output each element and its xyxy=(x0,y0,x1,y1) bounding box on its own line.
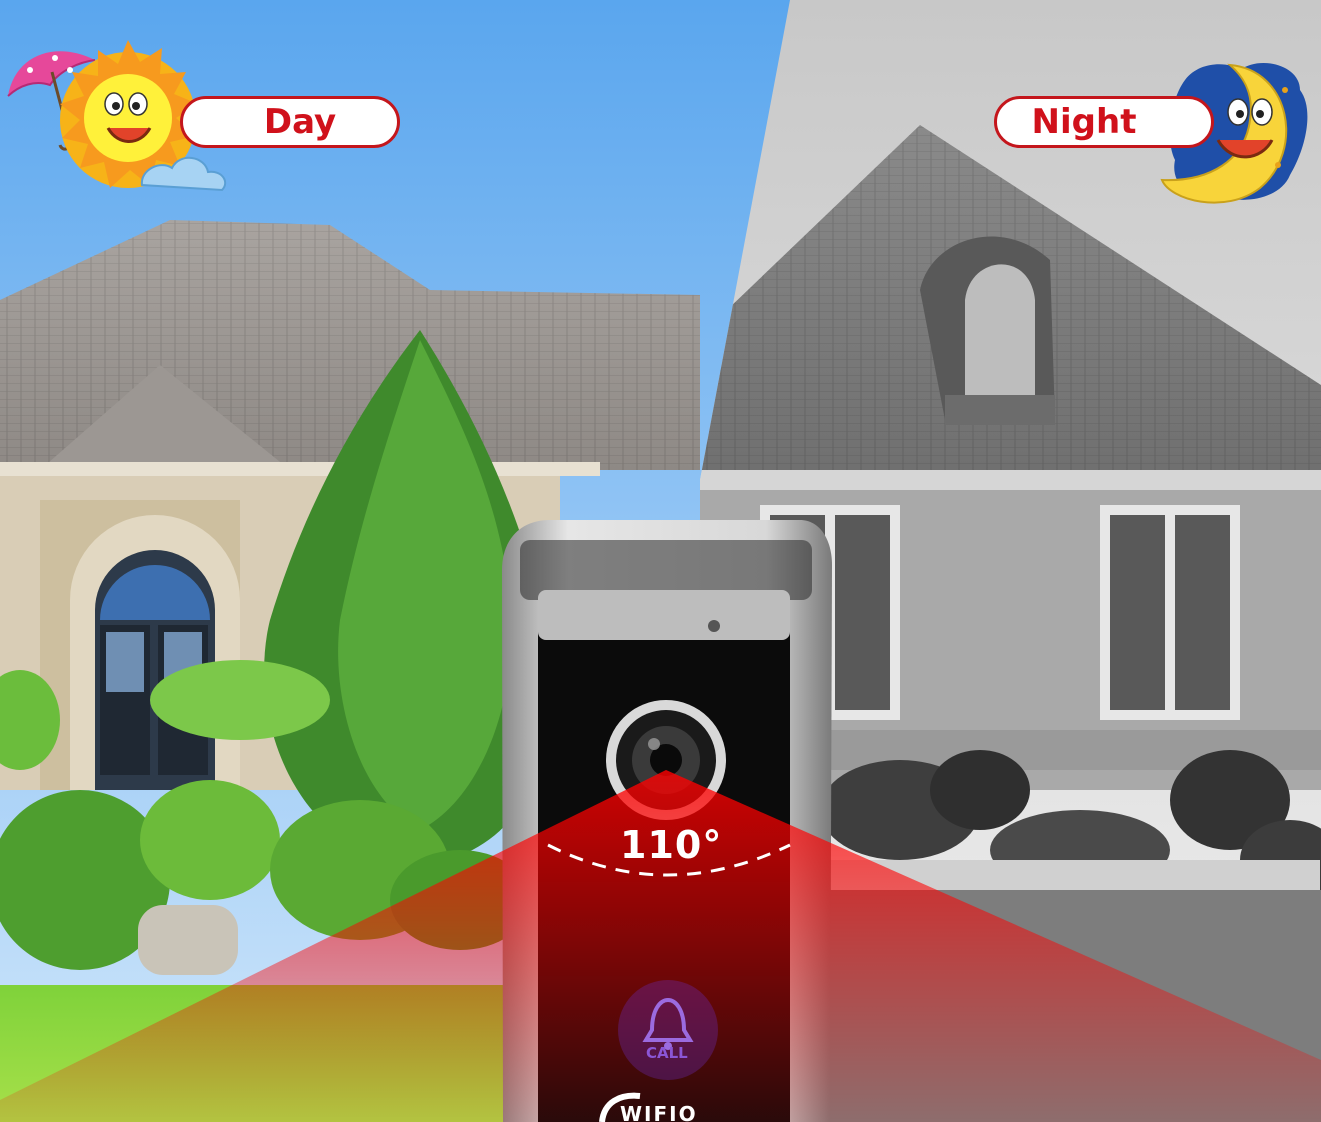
day-night-comparison-scene: Day Night 110° CALL WIFIO xyxy=(0,0,1321,1122)
view-angle-text: 110° xyxy=(620,823,723,867)
brand-text: WIFIO xyxy=(620,1102,698,1122)
call-bell-icon xyxy=(618,980,718,1080)
day-label: Day xyxy=(180,96,400,148)
call-button-label: CALL xyxy=(646,1044,688,1062)
night-label-text: Night xyxy=(1031,102,1137,142)
night-label: Night xyxy=(994,96,1214,148)
scene-illustration xyxy=(0,0,1321,1122)
day-label-text: Day xyxy=(263,102,337,142)
